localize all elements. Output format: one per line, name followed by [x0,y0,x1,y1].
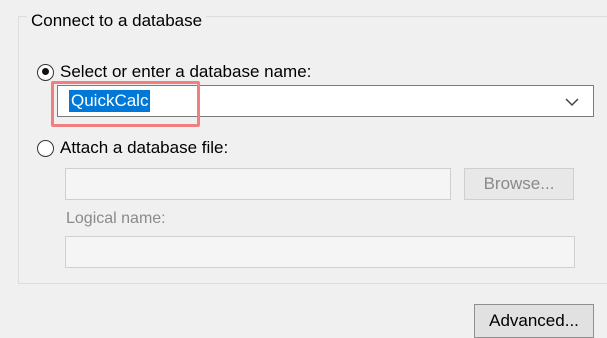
radio-attach-file-label: Attach a database file: [60,138,229,157]
radio-select-database[interactable] [37,63,54,81]
radio-attach-file[interactable] [37,139,54,157]
advanced-button[interactable]: Advanced... [474,304,594,338]
browse-button-label: Browse... [483,174,555,193]
logical-name-label: Logical name: [66,210,166,227]
logical-name-input[interactable] [65,236,575,268]
radio-attach-file-row[interactable]: Attach a database file: [37,138,228,158]
radio-select-database-label: Select or enter a database name: [60,62,312,81]
advanced-button-label: Advanced... [489,311,579,330]
group-title: Connect to a database [27,11,207,31]
browse-button[interactable]: Browse... [464,168,574,200]
chevron-down-icon[interactable] [563,93,581,111]
radio-select-database-row[interactable]: Select or enter a database name: [37,62,311,82]
annotation-highlight-box [51,81,200,127]
database-file-path-input[interactable] [65,168,451,200]
